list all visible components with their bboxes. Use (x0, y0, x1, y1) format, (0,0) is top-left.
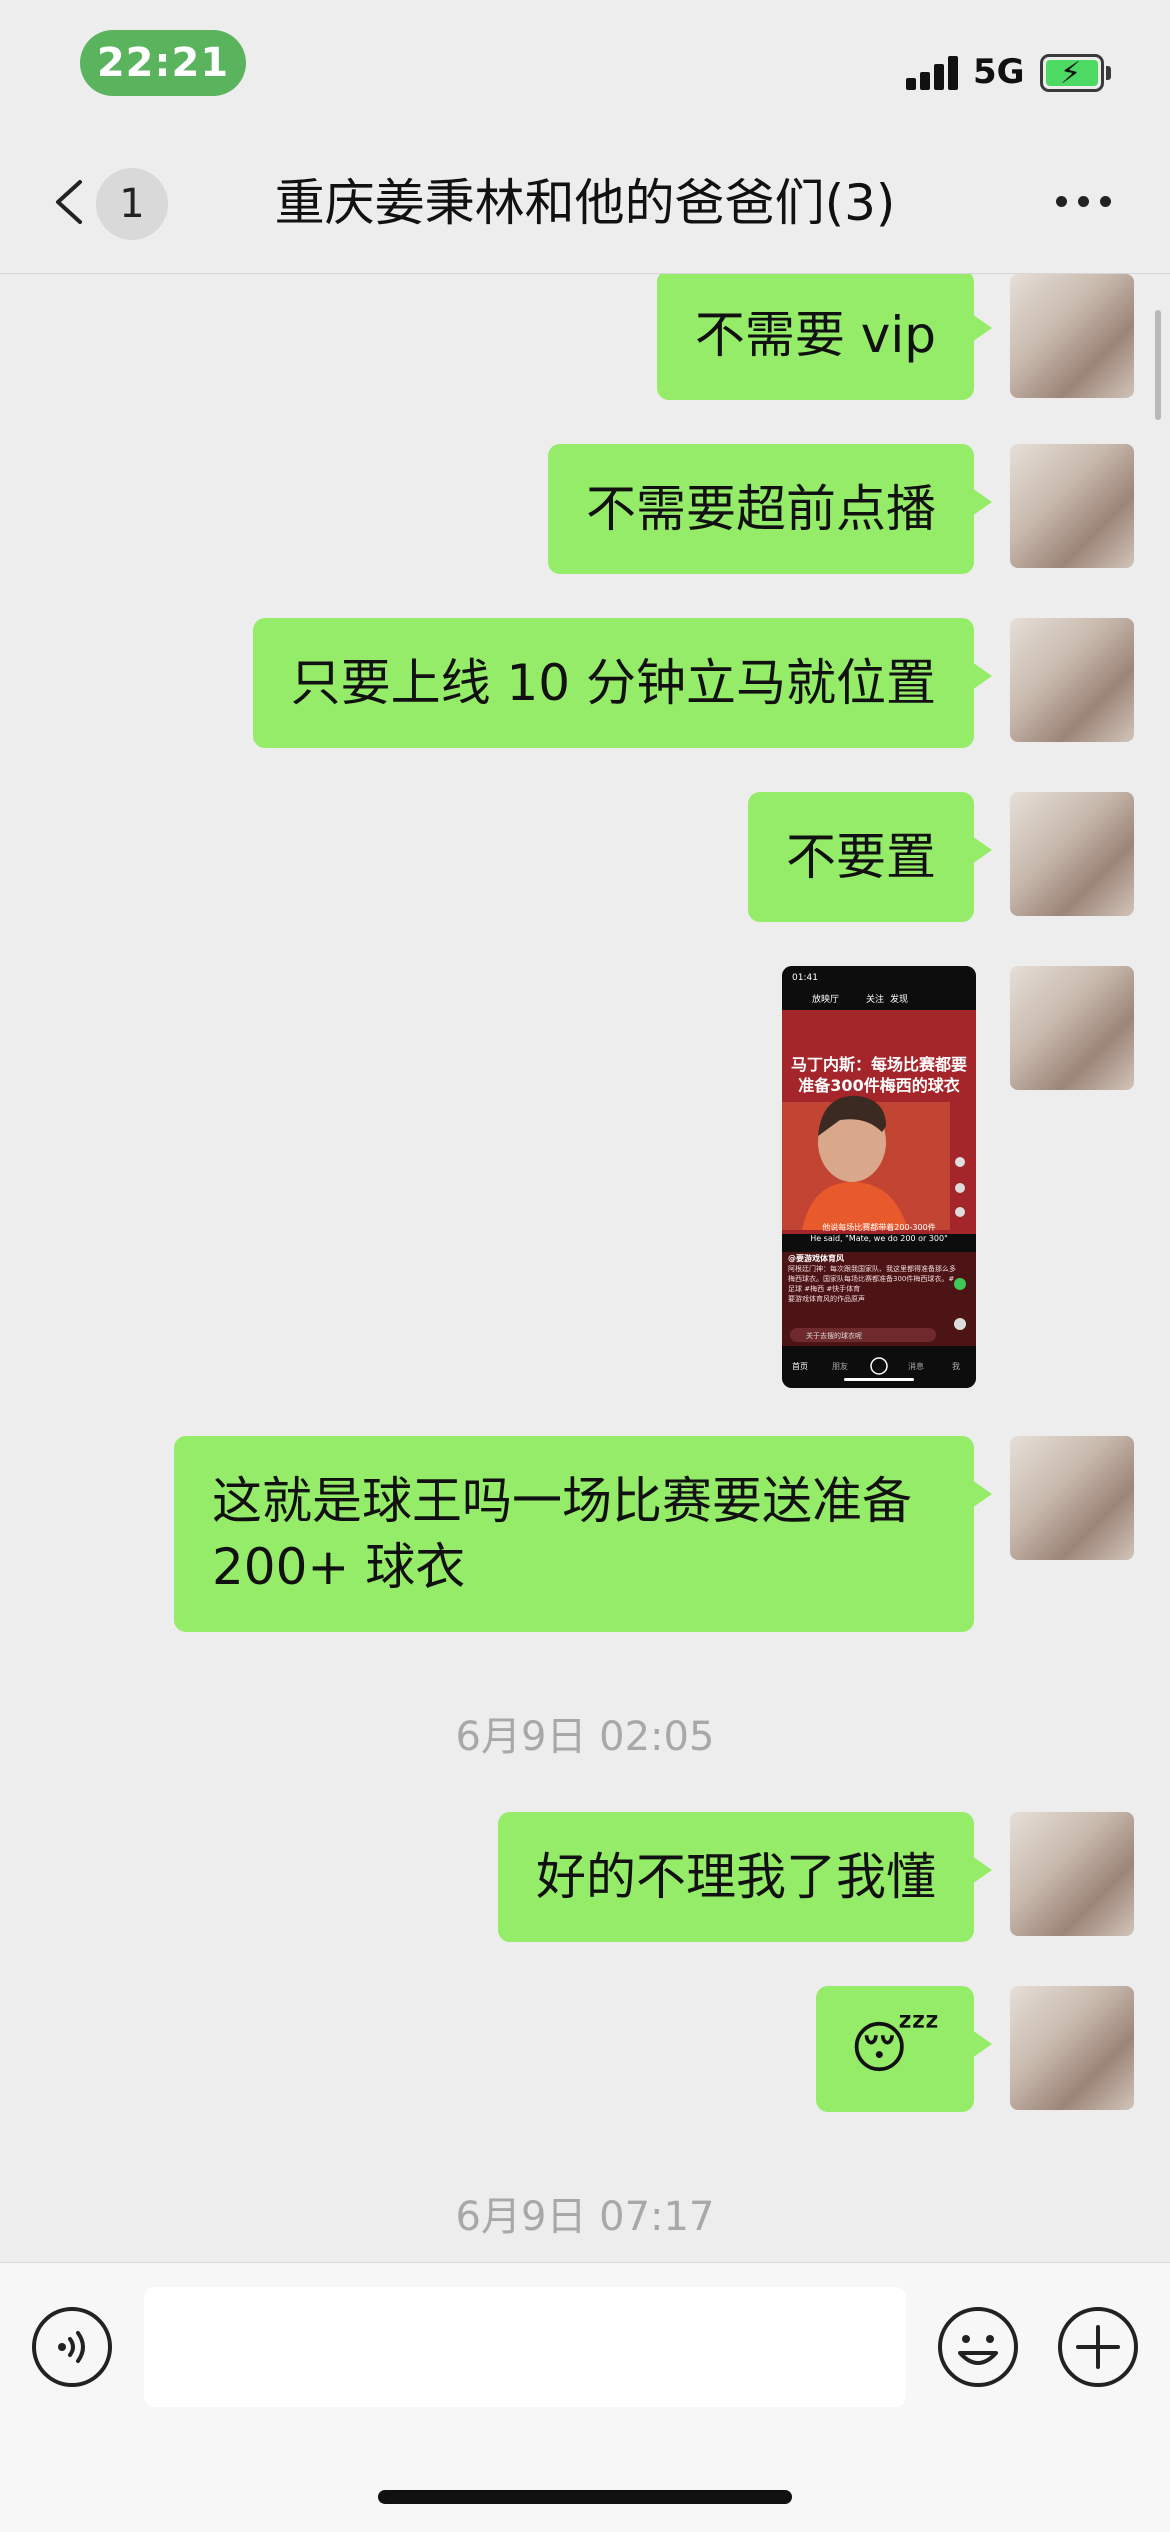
home-indicator[interactable] (378, 2490, 792, 2504)
voice-input-icon[interactable] (30, 2305, 114, 2389)
thumb-bottom-tab-3: 我 (952, 1361, 960, 1371)
avatar[interactable] (1010, 966, 1134, 1090)
thumb-bottom-tab-2: 消息 (908, 1361, 924, 1371)
network-label: 5G (973, 52, 1025, 92)
message-bubble[interactable]: 不需要 vip (656, 274, 993, 400)
thumb-account: @要游戏体育风 (788, 1254, 844, 1263)
thumb-tab-0: 放映厅 (812, 993, 839, 1005)
battery-icon: ⚡ (1040, 54, 1104, 92)
thumb-tab-2: 发现 (890, 993, 908, 1005)
thumb-bottom-tab-0: 首页 (792, 1361, 808, 1371)
message-list[interactable]: 不需要 vip 不需要超前点播 只要上线 10 分钟立马就位置 不要置 01:4… (0, 274, 1170, 2262)
video-thumbnail-graphic: 01:41 放映厅 关注 发现 马丁内斯：每场比赛都要准备300件梅西的球衣 他… (782, 966, 976, 1388)
unread-count-badge[interactable]: 1 (96, 168, 168, 240)
message-timestamp: 6月9日 07:17 (455, 2194, 715, 2240)
emoji-icon[interactable] (936, 2305, 1020, 2389)
message-bubble[interactable]: 这就是球王吗一场比赛要送准备 200+ 球衣 (174, 1436, 992, 1632)
status-time[interactable]: 22:21 (80, 30, 246, 96)
chat-screen: 22:21 5G ⚡ 1 重庆姜秉林和他的爸爸们(3) 不需要 vip 不需要超… (0, 0, 1170, 2532)
nav-bar: 1 重庆姜秉林和他的爸爸们(3) (0, 130, 1170, 274)
video-message-thumbnail[interactable]: 01:41 放映厅 关注 发现 马丁内斯：每场比赛都要准备300件梅西的球衣 他… (782, 966, 976, 1388)
thumb-tab-1: 关注 (866, 993, 884, 1005)
plus-icon[interactable] (1056, 2305, 1140, 2389)
thumb-headline: 马丁内斯：每场比赛都要准备300件梅西的球衣 (790, 1055, 967, 1095)
thumb-music: 要游戏体育风的作品原声 (788, 1295, 865, 1303)
message-bubble[interactable]: 不需要超前点播 (548, 444, 992, 574)
thumb-time: 01:41 (792, 973, 818, 983)
avatar[interactable] (1010, 1436, 1134, 1560)
chat-title: 重庆姜秉林和他的爸爸们(3) (274, 174, 896, 232)
thumb-caption-en: He said, "Mate, we do 200 or 300" (810, 1234, 948, 1243)
avatar[interactable] (1010, 1812, 1134, 1936)
message-input[interactable] (144, 2287, 906, 2407)
status-bar: 22:21 5G ⚡ (0, 0, 1170, 130)
emoji-message-bubble[interactable]: 😴 (816, 1986, 992, 2112)
avatar[interactable] (1010, 1986, 1134, 2110)
avatar[interactable] (1010, 444, 1134, 568)
thumb-caption-cn: 他说每场比赛都带着200-300件 (822, 1223, 936, 1232)
more-options-icon[interactable] (1056, 192, 1112, 212)
thumb-description: 阿根廷门神：每次跟我国家队、我这里都得准备那么多梅西球衣。国家队每场比赛都准备3… (788, 1265, 956, 1293)
message-timestamp: 6月9日 02:05 (455, 1714, 715, 1760)
battery-cap (1106, 66, 1111, 80)
message-bubble[interactable]: 不要置 (748, 792, 992, 922)
avatar[interactable] (1010, 792, 1134, 916)
message-bubble[interactable]: 只要上线 10 分钟立马就位置 (252, 618, 993, 748)
thumb-bottom-tab-1: 朋友 (832, 1361, 848, 1371)
thumb-comment-hint: 关于去搜的球衣呢 (806, 1331, 862, 1340)
message-bubble[interactable]: 好的不理我了我懂 (498, 1812, 992, 1942)
avatar[interactable] (1010, 618, 1134, 742)
avatar[interactable] (1010, 274, 1134, 398)
signal-icon (906, 56, 962, 90)
back-chevron-icon[interactable] (48, 178, 92, 226)
message-scrollbar[interactable] (1155, 310, 1161, 420)
